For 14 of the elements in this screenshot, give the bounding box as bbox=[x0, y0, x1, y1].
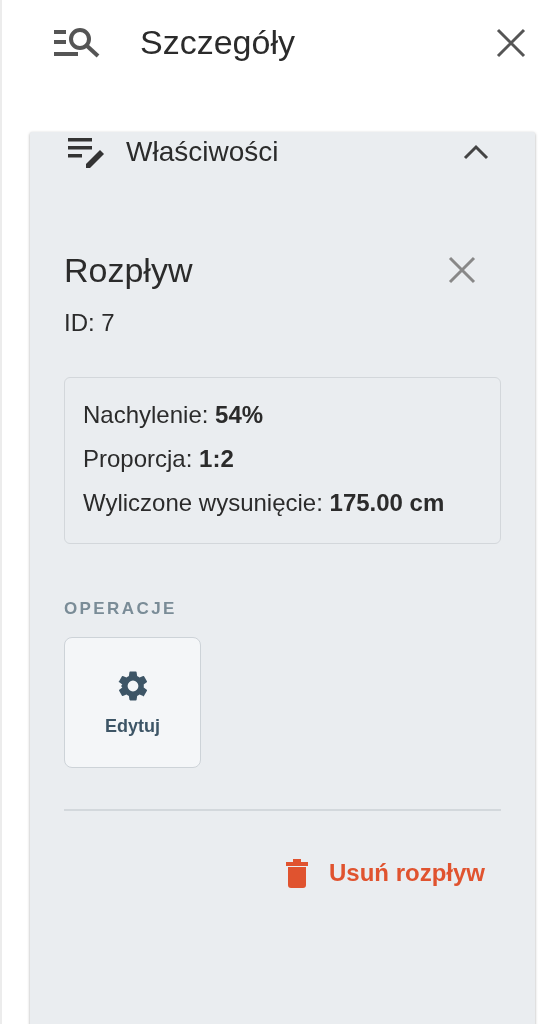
item-id: ID: 7 bbox=[64, 310, 116, 335]
edit-button[interactable]: Edytuj bbox=[64, 637, 201, 768]
chevron-up-icon[interactable] bbox=[463, 144, 489, 160]
property-line: Nachylenie: 54% bbox=[83, 400, 265, 430]
property-line: Wyliczone wysunięcie: 175.00 cm bbox=[83, 488, 446, 518]
section-heading: OPERACJE bbox=[64, 599, 178, 619]
section-label: Właściwości bbox=[126, 136, 280, 168]
property-line: Proporcja: 1:2 bbox=[83, 444, 235, 474]
trash-icon bbox=[285, 858, 309, 888]
item-title: Rozpływ bbox=[64, 250, 194, 290]
panel-title: Szczegóły bbox=[140, 23, 296, 62]
search-list-icon bbox=[52, 25, 102, 60]
edit-list-icon bbox=[68, 136, 106, 168]
close-icon[interactable] bbox=[496, 27, 526, 58]
